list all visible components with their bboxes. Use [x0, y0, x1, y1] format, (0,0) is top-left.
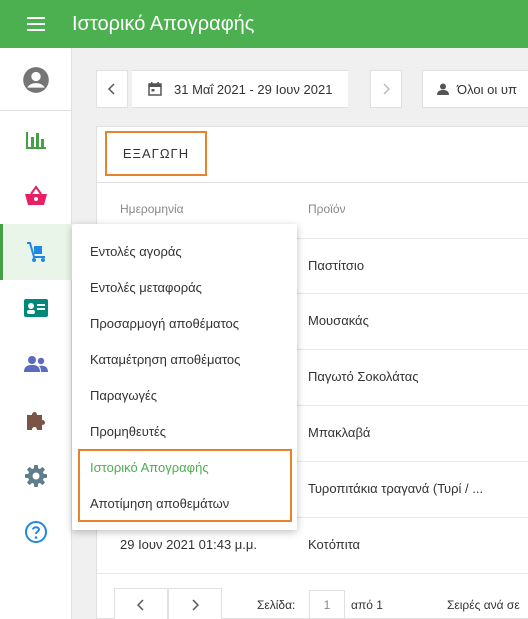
- column-header-product[interactable]: Προϊόν: [308, 202, 346, 216]
- contact-card-icon[interactable]: [0, 280, 72, 336]
- shopping-basket-icon[interactable]: [0, 168, 72, 224]
- row-product: Παγωτό Σοκολάτας: [308, 369, 419, 384]
- menu-icon[interactable]: [0, 0, 72, 48]
- pagination: Σελίδα: 1 από 1 Σειρές ανά σε: [97, 584, 528, 619]
- highlight-box: [78, 449, 292, 522]
- app-header: Ιστορικό Απογραφής: [0, 0, 528, 48]
- prev-page-button[interactable]: [114, 588, 168, 619]
- menu-item-transfer-orders[interactable]: Εντολές μεταφοράς: [90, 280, 202, 295]
- rows-per-page-label: Σειρές ανά σε: [447, 598, 520, 612]
- chevron-right-icon: [192, 599, 199, 611]
- column-header-date[interactable]: Ημερομηνία: [120, 202, 184, 216]
- sidebar-divider: [0, 110, 72, 111]
- menu-item-suppliers[interactable]: Προμηθευτές: [90, 424, 166, 439]
- menu-item-purchase-orders[interactable]: Εντολές αγοράς: [90, 244, 182, 259]
- next-range-button[interactable]: [370, 70, 402, 108]
- row-product: Τυροπιτάκια τραγανά (Τυρί / ...: [308, 481, 484, 496]
- menu-item-stock-adjustment[interactable]: Προσαρμογή αποθέματος: [90, 316, 239, 331]
- menu-item-productions[interactable]: Παραγωγές: [90, 388, 157, 403]
- calendar-icon: [148, 82, 162, 96]
- user-filter-label: Όλοι οι υπ: [457, 81, 517, 97]
- hand-truck-icon[interactable]: [0, 224, 72, 280]
- export-area: ΕΞΑΓΩΓΗ: [97, 127, 528, 183]
- toolbar: 31 Μαΐ 2021 - 29 Ιουν 2021 Όλοι οι υπ: [72, 48, 528, 126]
- person-icon: [437, 83, 449, 95]
- chevron-left-icon: [137, 599, 144, 611]
- menu-item-stock-count[interactable]: Καταμέτρηση αποθέματος: [90, 352, 240, 367]
- puzzle-icon[interactable]: [0, 392, 72, 448]
- date-range-picker[interactable]: 31 Μαΐ 2021 - 29 Ιουν 2021: [132, 70, 348, 108]
- chevron-right-icon: [383, 83, 390, 95]
- account-icon[interactable]: [0, 52, 72, 108]
- row-product: Μουσακάς: [308, 313, 369, 328]
- date-range-label: 31 Μαΐ 2021 - 29 Ιουν 2021: [174, 81, 333, 97]
- sidebar: [0, 48, 72, 619]
- people-icon[interactable]: [0, 336, 72, 392]
- page-label: Σελίδα:: [257, 598, 296, 612]
- user-filter[interactable]: Όλοι οι υπ: [422, 70, 528, 108]
- page-input[interactable]: 1: [309, 590, 345, 619]
- chevron-left-icon: [108, 83, 115, 95]
- next-page-button[interactable]: [168, 588, 222, 619]
- page-title: Ιστορικό Απογραφής: [72, 12, 255, 35]
- row-product: Μπακλαβά: [308, 425, 371, 440]
- page-of-label: από 1: [351, 598, 383, 612]
- row-product: Παστίτσιο: [308, 258, 365, 273]
- export-button[interactable]: ΕΞΑΓΩΓΗ: [105, 131, 207, 176]
- prev-range-button[interactable]: [96, 70, 128, 108]
- bar-chart-icon[interactable]: [0, 112, 72, 168]
- row-product: Κοτόπιτα: [308, 537, 361, 552]
- row-date: 29 Ιουν 2021 01:43 μ.μ.: [120, 537, 258, 552]
- help-circle-icon[interactable]: [0, 504, 72, 560]
- settings-icon[interactable]: [0, 448, 72, 504]
